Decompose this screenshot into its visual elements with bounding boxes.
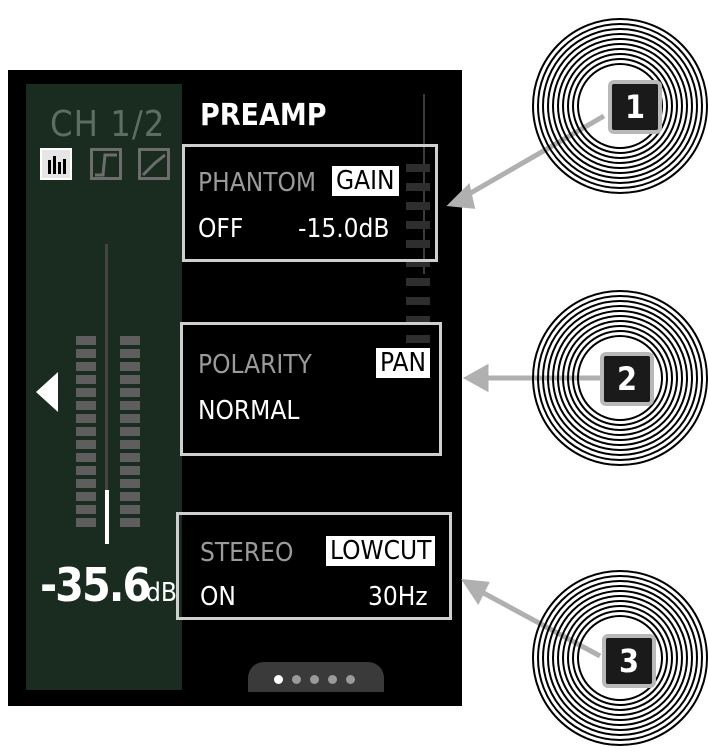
callout-arrowhead-3 (460, 578, 490, 605)
callout-arrowhead-2 (462, 363, 489, 393)
callout-2: 2 (600, 352, 654, 406)
callout-arrowhead-1 (446, 183, 476, 209)
callout-1: 1 (608, 80, 662, 134)
callout-3: 3 (602, 634, 656, 688)
